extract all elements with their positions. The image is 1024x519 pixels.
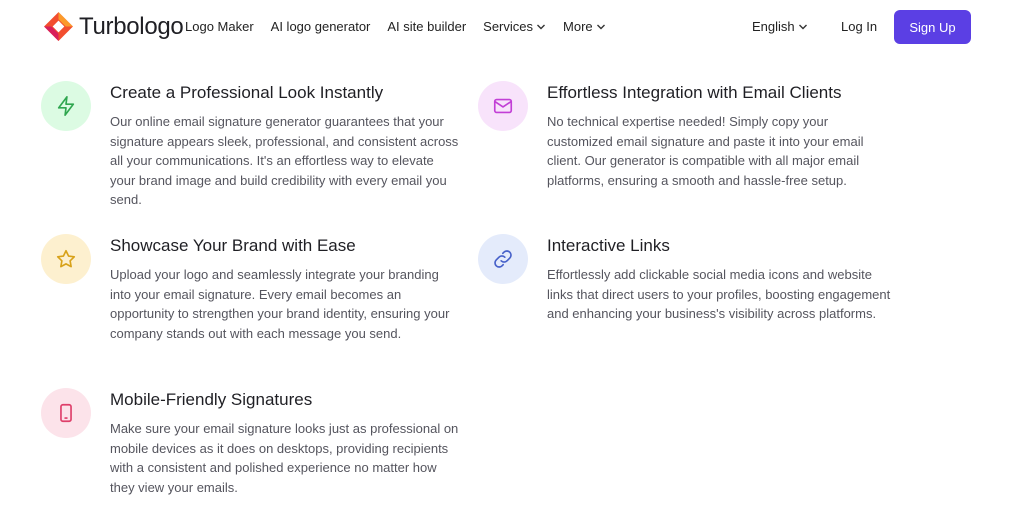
feature-description: No technical expertise needed! Simply co…: [547, 114, 864, 188]
feature-description: Make sure your email signature looks jus…: [110, 421, 459, 495]
feature-title: Interactive Links: [547, 236, 670, 255]
site-header: Turbologo Logo Maker AI logo generator A…: [0, 0, 1024, 54]
nav-more[interactable]: More: [563, 19, 606, 34]
nav-label: AI site builder: [387, 19, 467, 34]
feature-showcase-brand: Showcase Your Brand with Ease Upload you…: [41, 234, 460, 343]
nav-label: Services: [483, 19, 534, 34]
logo-text: Turbologo: [79, 12, 184, 40]
feature-description: Our online email signature generator gua…: [110, 114, 459, 208]
nav-label: AI logo generator: [270, 19, 371, 34]
feature-title: Showcase Your Brand with Ease: [110, 236, 356, 255]
nav-ai-logo-generator[interactable]: AI logo generator: [271, 19, 371, 34]
feature-description: Upload your logo and seamlessly integrat…: [110, 267, 450, 341]
signup-button[interactable]: Sign Up: [894, 10, 971, 44]
nav-services[interactable]: Services: [483, 19, 546, 34]
feature-title: Mobile-Friendly Signatures: [110, 390, 313, 409]
mobile-icon: [60, 403, 72, 423]
link-icon: [494, 250, 512, 268]
lightning-icon: [57, 96, 75, 116]
feature-icon-circle: [41, 388, 91, 438]
login-link[interactable]: Log In: [841, 19, 877, 34]
feature-title: Create a Professional Look Instantly: [110, 83, 384, 102]
turbologo-logo-icon: [44, 12, 73, 41]
nav-logo-maker[interactable]: Logo Maker: [185, 19, 254, 34]
feature-icon-circle: [41, 234, 91, 284]
language-label: English: [752, 19, 795, 34]
turbologo-logo[interactable]: Turbologo: [42, 10, 184, 43]
feature-icon-circle: [478, 234, 528, 284]
chevron-down-icon: [798, 24, 807, 29]
nav-label: Logo Maker: [185, 19, 254, 34]
feature-icon-circle: [41, 81, 91, 131]
nav-ai-site-builder[interactable]: AI site builder: [387, 19, 466, 34]
language-selector[interactable]: English: [752, 19, 808, 34]
feature-description: Effortlessly add clickable social media …: [547, 267, 891, 322]
feature-email-integration: Effortless Integration with Email Client…: [478, 81, 897, 190]
feature-professional-look: Create a Professional Look Instantly Our…: [41, 81, 460, 210]
chevron-down-icon: [596, 24, 605, 29]
feature-icon-circle: [478, 81, 528, 131]
feature-mobile-friendly: Mobile-Friendly Signatures Make sure you…: [41, 388, 460, 497]
feature-title: Effortless Integration with Email Client…: [547, 83, 842, 102]
nav-label: More: [563, 19, 593, 34]
chevron-down-icon: [537, 24, 546, 29]
main-nav: Logo Maker AI logo generator AI site bui…: [185, 19, 623, 34]
feature-interactive-links: Interactive Links Effortlessly add click…: [478, 234, 897, 324]
star-icon: [56, 249, 76, 268]
mail-icon: [493, 98, 513, 114]
